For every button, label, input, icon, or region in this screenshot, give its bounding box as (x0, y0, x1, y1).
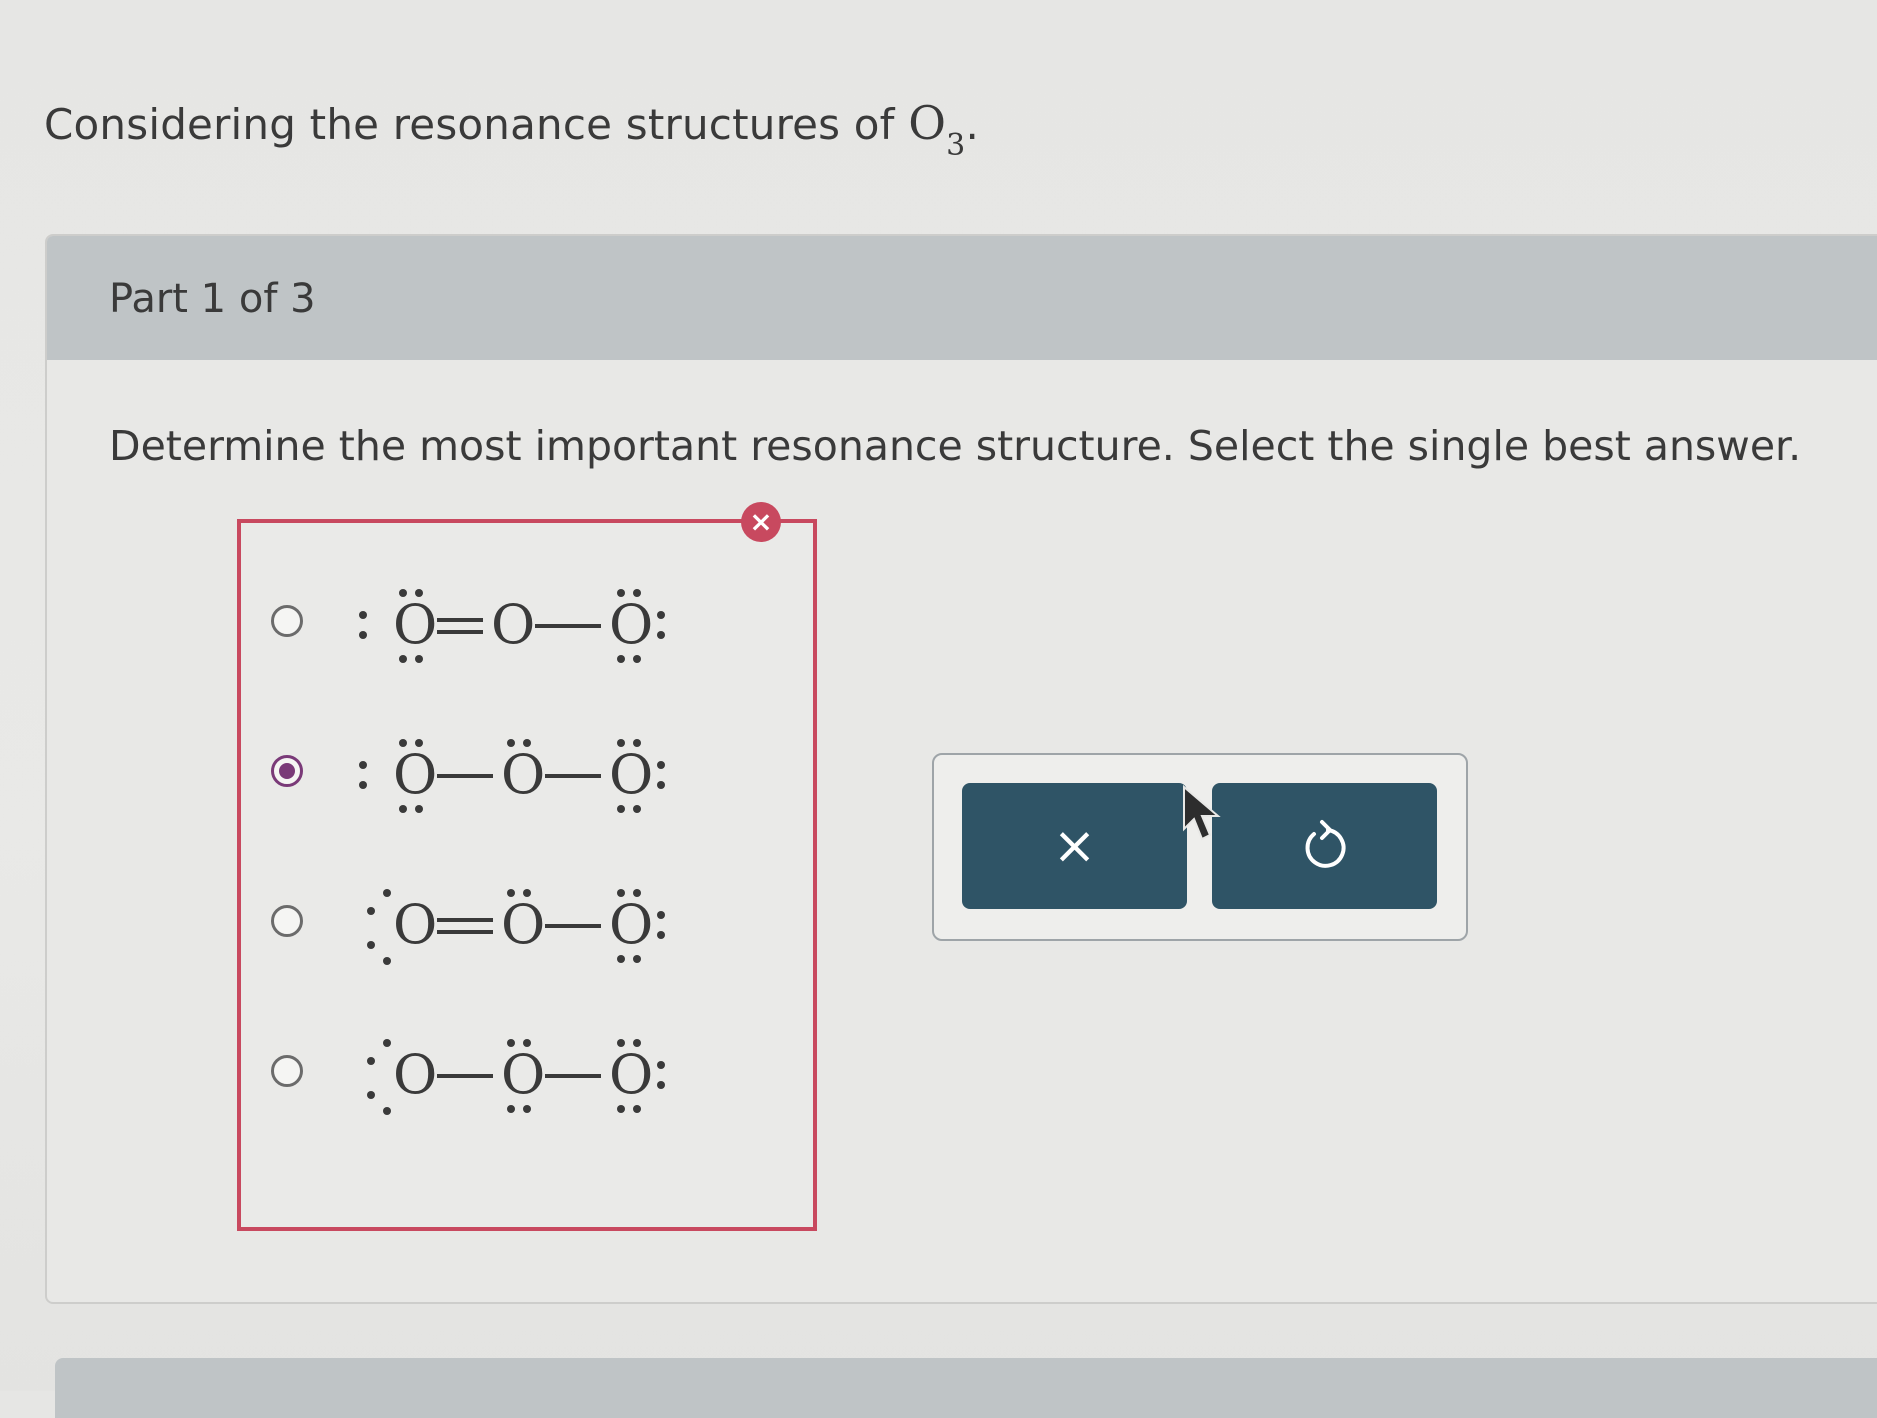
svg-text:O: O (501, 1043, 545, 1106)
mouse-cursor-icon (1183, 785, 1221, 841)
lewis-structure-4: O O O (367, 1039, 665, 1115)
ozone-formula: O3 (908, 96, 965, 163)
formula-element: O (908, 96, 947, 150)
undo-button[interactable] (1212, 783, 1437, 909)
question-text: Considering the resonance structures of … (44, 96, 980, 163)
option-2[interactable]: O O O (241, 713, 813, 833)
svg-text:O: O (501, 893, 545, 956)
option-1-radio[interactable] (271, 605, 303, 637)
question-suffix: . (965, 100, 980, 149)
svg-text:O: O (393, 893, 437, 956)
option-1-structure: O O O (351, 563, 691, 683)
svg-text:O: O (393, 1043, 437, 1106)
instruction-text: Determine the most important resonance s… (109, 422, 1802, 470)
undo-icon (1305, 820, 1346, 868)
svg-text:O: O (501, 743, 545, 806)
option-4-structure: O O O (351, 1013, 691, 1133)
option-3[interactable]: O O O (241, 863, 813, 983)
lewis-structure-2: O O O (359, 739, 665, 813)
part-card: Part 1 of 3 Determine the most important… (45, 234, 1877, 1304)
svg-text:O: O (609, 593, 653, 656)
svg-text:O: O (609, 743, 653, 806)
svg-text:O: O (609, 1043, 653, 1106)
option-2-structure: O O O (351, 713, 691, 833)
option-4-radio[interactable] (271, 1055, 303, 1087)
option-2-radio[interactable] (271, 755, 303, 787)
svg-text:O: O (491, 593, 535, 656)
incorrect-icon: × (741, 502, 781, 542)
option-1[interactable]: O O O (241, 563, 813, 683)
clear-button[interactable]: × (962, 783, 1187, 909)
answer-tools-panel: × (932, 753, 1468, 941)
svg-text:O: O (393, 743, 437, 806)
svg-text:O: O (609, 893, 653, 956)
part-header: Part 1 of 3 (47, 236, 1877, 360)
formula-subscript: 3 (946, 128, 966, 164)
part-label: Part 1 of 3 (109, 276, 316, 322)
answer-options-box: O O O O O O O O O O O O (237, 519, 817, 1231)
question-prefix: Considering the resonance structures of (44, 100, 909, 149)
option-3-radio[interactable] (271, 905, 303, 937)
lewis-structure-1: O O O (359, 589, 665, 663)
option-3-structure: O O O (351, 863, 691, 983)
svg-text:O: O (393, 593, 437, 656)
lewis-structure-3: O O O (367, 889, 665, 965)
next-part-header (55, 1358, 1877, 1418)
option-4[interactable]: O O O (241, 1013, 813, 1133)
